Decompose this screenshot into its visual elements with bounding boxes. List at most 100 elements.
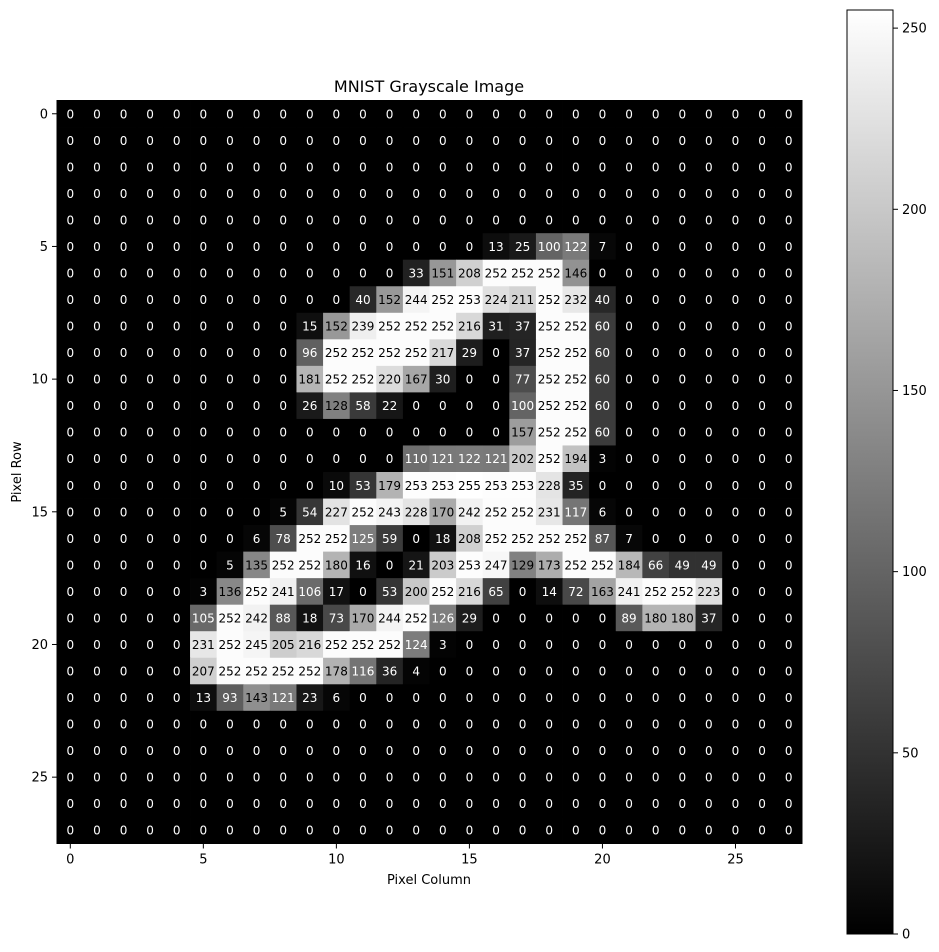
cell-value-label: 0 — [519, 638, 527, 652]
cell-value-label: 0 — [412, 107, 420, 121]
cell-value-label: 0 — [93, 638, 101, 652]
cell-value-label: 0 — [93, 320, 101, 334]
cell-value-label: 0 — [492, 638, 500, 652]
cell-value-label: 0 — [678, 266, 686, 280]
cell-value-label: 0 — [120, 718, 128, 732]
cell-value-label: 100 — [538, 240, 561, 254]
cell-value-label: 26 — [302, 399, 317, 413]
cell-value-label: 0 — [652, 266, 660, 280]
cell-value-label: 252 — [405, 320, 428, 334]
cell-value-label: 0 — [279, 426, 287, 440]
cell-value-label: 0 — [146, 240, 154, 254]
cell-value-label: 49 — [701, 558, 716, 572]
cell-value-label: 0 — [66, 346, 74, 360]
cell-value-label: 0 — [758, 638, 766, 652]
cell-value-label: 122 — [564, 240, 587, 254]
cell-value-label: 0 — [146, 824, 154, 838]
cell-value-label: 0 — [386, 797, 394, 811]
cell-value-label: 0 — [66, 611, 74, 625]
cell-value-label: 0 — [173, 426, 181, 440]
cell-value-label: 0 — [93, 665, 101, 679]
cell-value-label: 0 — [732, 505, 740, 519]
cell-value-label: 0 — [678, 665, 686, 679]
cell-value-label: 0 — [732, 479, 740, 493]
cell-value-label: 252 — [218, 611, 241, 625]
cell-value-label: 0 — [279, 134, 287, 148]
cell-value-label: 0 — [492, 399, 500, 413]
cell-value-label: 0 — [466, 638, 474, 652]
cell-value-label: 0 — [66, 187, 74, 201]
cell-value-label: 241 — [272, 585, 295, 599]
cell-value-label: 121 — [485, 452, 508, 466]
cell-value-label: 6 — [599, 505, 607, 519]
cell-value-label: 0 — [652, 293, 660, 307]
cell-value-label: 0 — [173, 320, 181, 334]
cell-value-label: 0 — [173, 585, 181, 599]
cell-value-label: 0 — [466, 213, 474, 227]
cell-value-label: 0 — [705, 213, 713, 227]
cell-value-label: 252 — [485, 505, 508, 519]
cell-value-label: 0 — [705, 505, 713, 519]
cell-value-label: 0 — [545, 744, 553, 758]
cell-value-label: 0 — [66, 797, 74, 811]
cell-value-label: 53 — [355, 479, 370, 493]
cell-value-label: 253 — [431, 479, 454, 493]
cell-value-label: 0 — [333, 293, 341, 307]
cell-value-label: 0 — [519, 585, 527, 599]
cell-value-label: 0 — [333, 134, 341, 148]
cell-value-label: 0 — [652, 691, 660, 705]
cell-value-label: 0 — [652, 399, 660, 413]
cell-value-label: 59 — [382, 532, 397, 546]
cell-value-label: 0 — [253, 718, 261, 732]
cell-value-label: 0 — [732, 346, 740, 360]
cell-value-label: 252 — [538, 266, 561, 280]
cell-value-label: 0 — [279, 744, 287, 758]
cell-value-label: 0 — [306, 479, 314, 493]
cell-value-label: 0 — [732, 744, 740, 758]
cell-value-label: 0 — [279, 479, 287, 493]
cell-value-label: 0 — [200, 532, 208, 546]
cell-value-label: 0 — [785, 213, 793, 227]
x-tick-label: 5 — [199, 853, 207, 868]
cell-value-label: 125 — [352, 532, 375, 546]
cell-value-label: 0 — [439, 691, 447, 705]
cell-value-label: 0 — [599, 718, 607, 732]
cell-value-label: 0 — [732, 240, 740, 254]
cell-value-label: 21 — [409, 558, 424, 572]
cell-value-label: 0 — [678, 452, 686, 466]
cell-value-label: 0 — [678, 134, 686, 148]
cell-value-label: 0 — [146, 665, 154, 679]
cell-value-label: 0 — [173, 824, 181, 838]
cell-value-label: 0 — [200, 718, 208, 732]
cell-value-label: 0 — [66, 134, 74, 148]
cell-value-label: 0 — [732, 585, 740, 599]
cell-value-label: 0 — [200, 293, 208, 307]
cell-value-label: 0 — [412, 771, 420, 785]
cell-value-label: 0 — [758, 293, 766, 307]
cell-value-label: 0 — [146, 426, 154, 440]
cell-value-label: 0 — [412, 691, 420, 705]
cell-value-label: 152 — [378, 293, 401, 307]
cell-value-label: 0 — [758, 240, 766, 254]
cell-value-label: 0 — [705, 797, 713, 811]
cell-value-label: 0 — [306, 771, 314, 785]
cell-value-label: 0 — [545, 665, 553, 679]
x-tick-label: 15 — [461, 853, 478, 868]
cell-value-label: 0 — [386, 771, 394, 785]
cell-value-label: 0 — [120, 505, 128, 519]
cell-value-label: 0 — [785, 373, 793, 387]
cell-value-label: 0 — [120, 797, 128, 811]
cell-value-label: 0 — [66, 240, 74, 254]
cell-value-label: 0 — [678, 638, 686, 652]
cell-value-label: 0 — [173, 797, 181, 811]
cell-value-label: 0 — [412, 399, 420, 413]
cell-value-label: 0 — [758, 797, 766, 811]
cell-value-label: 0 — [359, 824, 367, 838]
cell-value-label: 0 — [785, 320, 793, 334]
cell-value-label: 0 — [678, 320, 686, 334]
cell-value-label: 0 — [545, 107, 553, 121]
cell-value-label: 0 — [173, 160, 181, 174]
cell-value-label: 253 — [485, 479, 508, 493]
cell-value-label: 252 — [245, 665, 268, 679]
y-tick-label: 20 — [31, 638, 48, 653]
